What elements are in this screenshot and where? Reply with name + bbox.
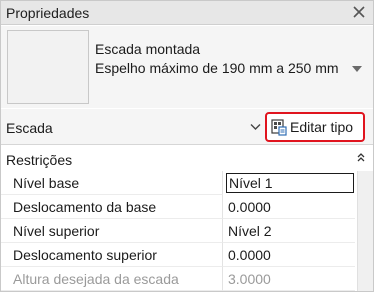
palette-title: Propriedades (6, 5, 90, 21)
instance-filter-row: Escada Editar tipo (1, 109, 373, 145)
param-value[interactable]: Nível 2 (223, 219, 355, 243)
param-value: 3.0000 (223, 267, 355, 291)
param-value-input[interactable]: Nível 1 (226, 173, 354, 193)
edit-type-icon (271, 119, 287, 136)
chevron-down-icon[interactable] (351, 64, 363, 74)
section-header-restricoes[interactable]: Restrições (1, 148, 373, 170)
instance-filter-dropdown[interactable]: Escada (6, 120, 53, 136)
section-label: Restrições (6, 152, 73, 168)
param-value[interactable]: 0.0000 (223, 243, 355, 267)
param-name: Deslocamento da base (1, 195, 223, 219)
type-name: Espelho máximo de 190 mm a 250 mm (95, 60, 339, 76)
type-selector-text: Escada montada Espelho máximo de 190 mm … (95, 40, 345, 78)
properties-palette: Propriedades Escada montada Espelho máxi… (0, 0, 374, 292)
param-name: Nível superior (1, 219, 223, 243)
type-family-name: Escada montada (95, 41, 201, 57)
edit-type-button[interactable]: Editar tipo (265, 112, 365, 142)
param-name: Deslocamento superior (1, 243, 223, 267)
param-row-nivel-base[interactable]: Nível base Nível 1 (1, 171, 373, 195)
chevron-down-icon[interactable] (250, 123, 261, 131)
param-name: Altura desejada da escada (1, 267, 223, 291)
palette-titlebar[interactable]: Propriedades (1, 1, 373, 25)
type-selector[interactable]: Escada montada Espelho máximo de 190 mm … (1, 26, 373, 108)
param-name: Nível base (1, 171, 223, 195)
param-row-deslocamento-superior[interactable]: Deslocamento superior 0.0000 (1, 243, 373, 267)
param-row-altura-desejada: Altura desejada da escada 3.0000 (1, 267, 373, 291)
collapse-icon[interactable] (356, 152, 366, 162)
type-preview-image (7, 30, 89, 104)
vertical-scrollbar[interactable] (357, 171, 373, 291)
close-icon[interactable] (351, 4, 367, 20)
param-value[interactable]: 0.0000 (223, 195, 355, 219)
param-row-deslocamento-base[interactable]: Deslocamento da base 0.0000 (1, 195, 373, 219)
edit-type-label: Editar tipo (290, 119, 354, 135)
param-row-nivel-superior[interactable]: Nível superior Nível 2 (1, 219, 373, 243)
